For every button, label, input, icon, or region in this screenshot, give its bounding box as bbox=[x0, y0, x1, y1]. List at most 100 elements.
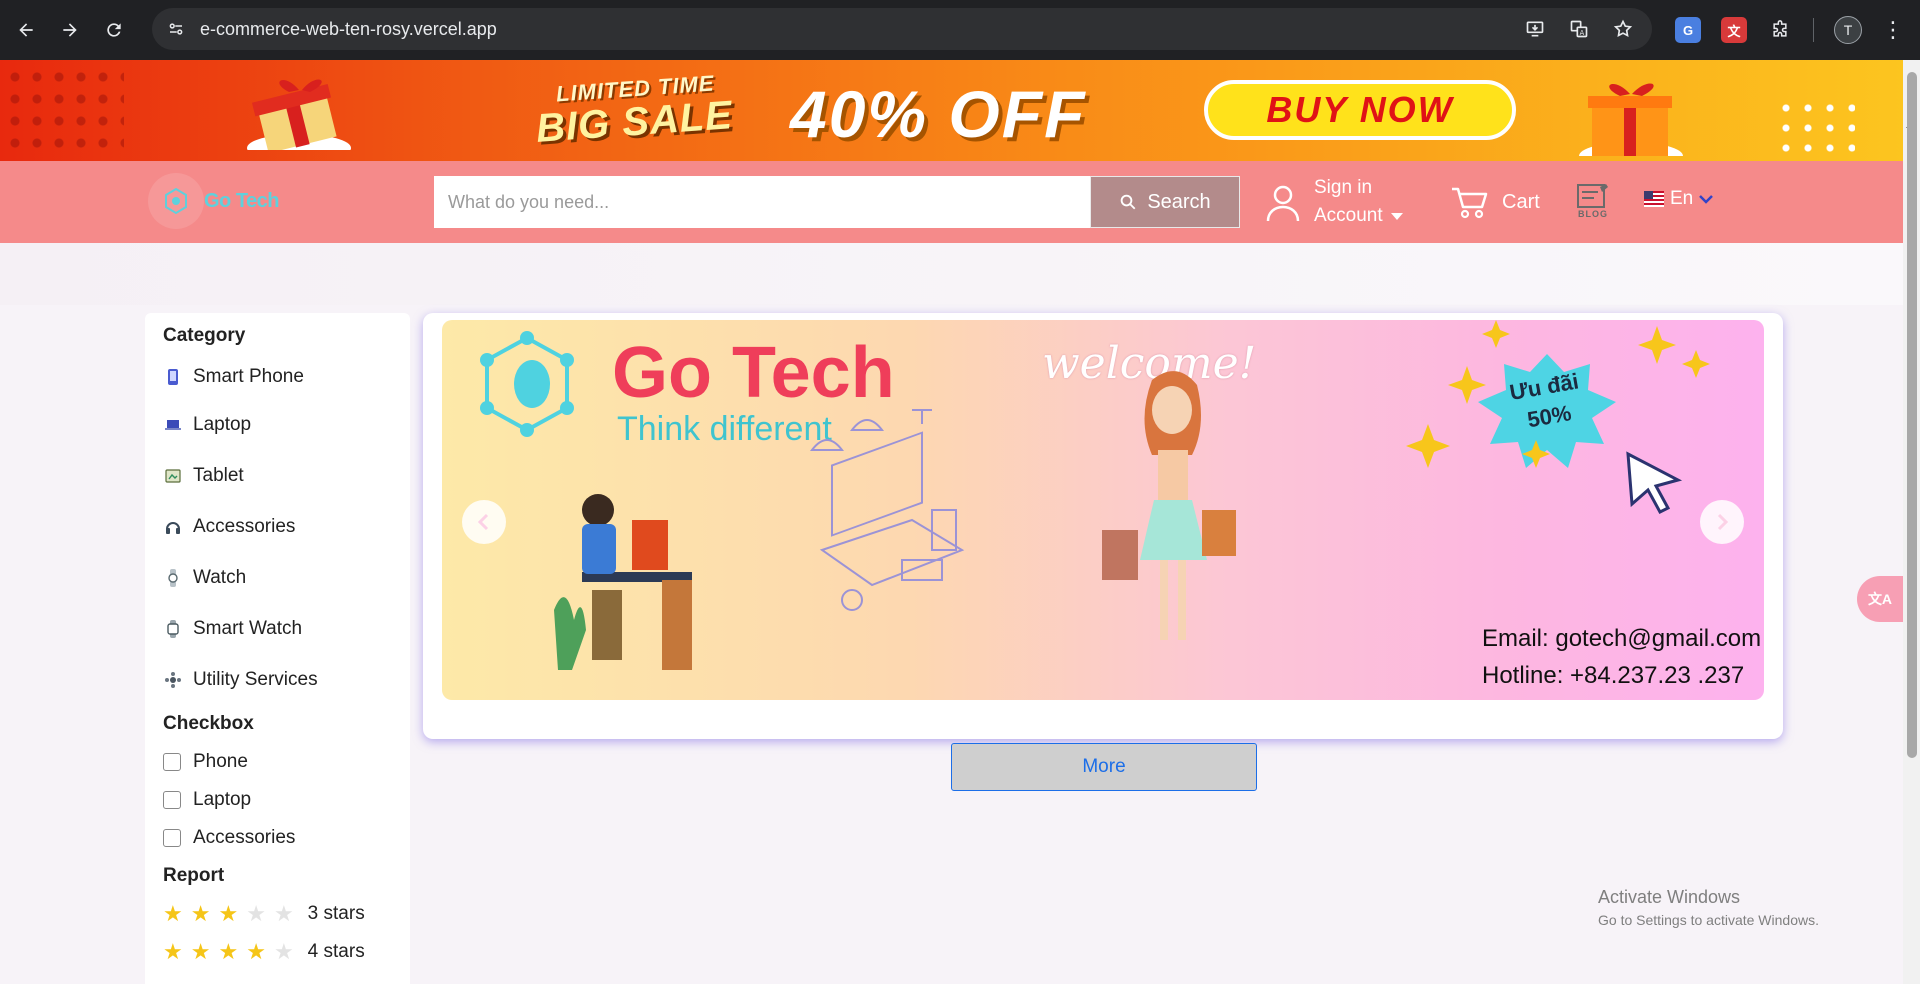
checkbox[interactable] bbox=[163, 791, 181, 809]
logo-hexagon-icon bbox=[148, 173, 204, 229]
translate-page-icon[interactable]: A bbox=[1566, 16, 1592, 42]
star-filled-icon: ★ bbox=[190, 939, 211, 964]
category-label: Smart Watch bbox=[193, 617, 303, 639]
install-app-icon[interactable] bbox=[1522, 16, 1548, 42]
developer-illustration bbox=[554, 494, 692, 670]
star-filled-icon: ★ bbox=[190, 901, 211, 926]
checkbox-laptop[interactable]: Laptop bbox=[163, 781, 392, 819]
back-button[interactable] bbox=[8, 12, 44, 48]
search-button-label: Search bbox=[1147, 190, 1211, 213]
category-smart-watch[interactable]: Smart Watch bbox=[163, 603, 392, 654]
svg-text:A: A bbox=[1580, 29, 1585, 37]
rating-filter-4[interactable]: ★ ★ ★ ★ ★ 4 stars bbox=[163, 933, 392, 971]
checkbox-phone[interactable]: Phone bbox=[163, 743, 392, 781]
blog-label: BLOG bbox=[1578, 209, 1608, 219]
windows-activation-watermark: Activate Windows Go to Settings to activ… bbox=[1598, 887, 1819, 928]
buy-now-button[interactable]: BUY NOW bbox=[1204, 80, 1516, 140]
phone-icon bbox=[163, 367, 183, 387]
cursor-icon bbox=[1626, 451, 1683, 514]
star-empty-icon: ★ bbox=[246, 901, 266, 926]
category-label: Accessories bbox=[193, 515, 296, 537]
checkbox-heading: Checkbox bbox=[163, 713, 254, 734]
scrollbar-thumb[interactable] bbox=[1907, 72, 1917, 758]
arrow-right-icon bbox=[63, 23, 77, 37]
category-smart-phone[interactable]: Smart Phone bbox=[163, 355, 392, 399]
category-label: Laptop bbox=[193, 413, 252, 435]
carousel-slide[interactable]: Go Tech Think different welcome! Ưu đãi … bbox=[442, 320, 1764, 700]
checkbox[interactable] bbox=[163, 753, 181, 771]
star-rating: ★ ★ ★ ★ ★ bbox=[163, 941, 294, 963]
search-input[interactable] bbox=[434, 176, 1090, 228]
star-filled-icon: ★ bbox=[163, 939, 183, 964]
watch-icon bbox=[163, 568, 183, 588]
google-translate-extension-icon[interactable]: G bbox=[1675, 17, 1701, 43]
laptop-icon bbox=[163, 415, 183, 435]
account-label[interactable]: Account bbox=[1314, 202, 1383, 230]
activation-title: Activate Windows bbox=[1598, 887, 1741, 907]
checkbox-label: Phone bbox=[193, 751, 248, 772]
account-menu[interactable]: Sign in Account bbox=[1262, 171, 1403, 233]
star-filled-icon: ★ bbox=[218, 901, 239, 926]
translate-icon: 文A bbox=[1867, 591, 1893, 607]
banner-card: Go Tech Think different welcome! Ưu đãi … bbox=[423, 313, 1783, 791]
cart-label: Cart bbox=[1502, 190, 1540, 213]
carousel-next-button[interactable] bbox=[1700, 500, 1744, 544]
services-icon bbox=[163, 670, 183, 690]
site-header: Go Tech Search Sign in Account Cart BLOG bbox=[0, 161, 1903, 243]
search-icon bbox=[1121, 194, 1136, 210]
category-laptop[interactable]: Laptop bbox=[163, 399, 392, 450]
blog-link[interactable]: BLOG bbox=[1576, 183, 1610, 219]
url-text[interactable]: e-commerce-web-ten-rosy.vercel.app bbox=[200, 19, 497, 40]
cart-link[interactable]: Cart bbox=[1450, 179, 1540, 225]
category-watch[interactable]: Watch bbox=[163, 552, 392, 603]
chevron-right-icon bbox=[1717, 513, 1729, 531]
browser-toolbar: e-commerce-web-ten-rosy.vercel.app A G 文… bbox=[0, 0, 1920, 60]
language-label: En bbox=[1670, 188, 1694, 209]
smartwatch-icon bbox=[163, 619, 183, 639]
category-accessories[interactable]: Accessories bbox=[163, 501, 392, 552]
category-tablet[interactable]: Tablet bbox=[163, 450, 392, 501]
reload-button[interactable] bbox=[96, 12, 132, 48]
star-rating: ★ ★ ★ ★ ★ bbox=[163, 903, 294, 925]
category-label: Tablet bbox=[193, 464, 244, 486]
browser-menu-icon[interactable]: ⋮ bbox=[1882, 19, 1904, 41]
slide-email: Email: gotech@gmail.com bbox=[1482, 625, 1762, 652]
category-utility-services[interactable]: Utility Services bbox=[163, 654, 392, 705]
report-heading: Report bbox=[163, 865, 225, 886]
carousel-prev-button[interactable] bbox=[462, 500, 506, 544]
forward-button[interactable] bbox=[52, 12, 88, 48]
filter-sidebar: Category Smart Phone Laptop Tablet Acces… bbox=[145, 313, 410, 984]
reload-icon bbox=[107, 23, 121, 37]
sign-in-label[interactable]: Sign in bbox=[1314, 174, 1403, 202]
rating-filter-3[interactable]: ★ ★ ★ ★ ★ 3 stars bbox=[163, 895, 392, 933]
star-filled-icon: ★ bbox=[218, 939, 239, 964]
page-viewport: LIMITED TIME BIG SALE 40% OFF BUY NOW Go… bbox=[0, 60, 1903, 984]
gift-box-icon bbox=[247, 79, 351, 150]
chevron-down-icon bbox=[1699, 195, 1714, 204]
category-label: Watch bbox=[193, 566, 247, 588]
toolbar-divider bbox=[1813, 18, 1814, 42]
tablet-icon bbox=[163, 466, 183, 486]
slide-hotline: Hotline: +84.237.23 .237 bbox=[1482, 662, 1745, 689]
translate-extension-icon[interactable]: 文 bbox=[1721, 17, 1747, 43]
decorative-dots bbox=[4, 66, 124, 156]
language-selector[interactable]: En bbox=[1644, 188, 1714, 210]
category-label: Smart Phone bbox=[193, 366, 304, 387]
profile-avatar[interactable]: T bbox=[1834, 16, 1862, 44]
bookmark-star-icon[interactable] bbox=[1610, 16, 1636, 42]
address-bar[interactable]: e-commerce-web-ten-rosy.vercel.app A bbox=[152, 8, 1652, 50]
extensions-puzzle-icon[interactable] bbox=[1767, 17, 1793, 43]
decorative-dots-right bbox=[1775, 98, 1855, 158]
checkbox-label: Accessories bbox=[193, 827, 296, 848]
more-button[interactable]: More bbox=[951, 743, 1257, 791]
translate-floating-button[interactable]: 文A bbox=[1857, 576, 1903, 622]
promo-banner[interactable]: LIMITED TIME BIG SALE 40% OFF BUY NOW bbox=[0, 60, 1903, 161]
caret-down-icon bbox=[1390, 212, 1403, 220]
user-icon bbox=[1266, 185, 1300, 222]
site-info-icon[interactable] bbox=[162, 15, 190, 43]
checkbox[interactable] bbox=[163, 829, 181, 847]
site-logo[interactable]: Go Tech bbox=[148, 173, 298, 229]
search-button[interactable]: Search bbox=[1090, 176, 1240, 228]
star-filled-icon: ★ bbox=[163, 901, 183, 926]
checkbox-accessories[interactable]: Accessories bbox=[163, 819, 392, 857]
